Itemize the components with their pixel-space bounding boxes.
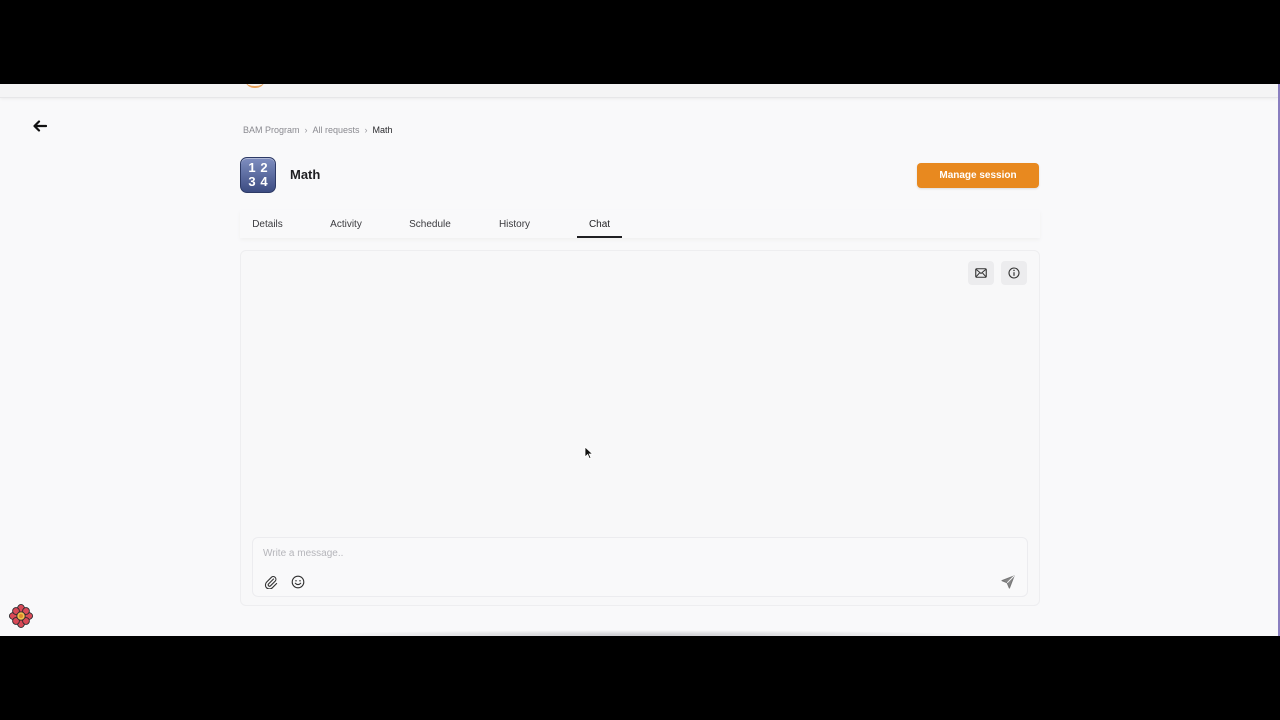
tab-history[interactable]: History — [463, 210, 566, 238]
info-button[interactable] — [1001, 261, 1027, 285]
subject-math-icon: 1 2 3 4 — [240, 157, 276, 193]
breadcrumb: BAM Program › All requests › Math — [243, 125, 393, 135]
breadcrumb-current: Math — [372, 125, 393, 135]
tab-activity[interactable]: Activity — [295, 210, 397, 238]
flower-icon — [8, 603, 34, 629]
subject-icon-digit: 2 — [260, 160, 268, 175]
subject-icon-digit: 3 — [248, 174, 256, 189]
breadcrumb-all-requests[interactable]: All requests — [313, 125, 360, 135]
page-title: Math — [290, 167, 321, 182]
tab-chat[interactable]: Chat — [577, 210, 622, 238]
subject-icon-digit: 4 — [260, 174, 268, 189]
mail-icon — [975, 268, 987, 278]
tab-spacer — [566, 210, 577, 238]
message-composer — [252, 537, 1028, 597]
send-button[interactable] — [999, 573, 1017, 591]
arrow-left-icon — [33, 120, 47, 132]
back-button[interactable] — [30, 118, 50, 134]
tab-details[interactable]: Details — [240, 210, 295, 238]
decorative-shadow — [300, 630, 980, 636]
message-input[interactable] — [263, 545, 963, 561]
send-icon — [1001, 575, 1015, 589]
chat-panel — [240, 250, 1040, 606]
paperclip-icon — [264, 576, 278, 589]
emoji-button[interactable] — [289, 573, 307, 591]
info-icon — [1008, 267, 1020, 279]
manage-session-button[interactable]: Manage session — [917, 163, 1039, 188]
subject-icon-digit: 1 — [248, 160, 256, 175]
help-widget-button[interactable] — [7, 602, 35, 630]
app-viewport: BAM Program › All requests › Math 1 2 3 … — [0, 84, 1280, 636]
logo-icon[interactable] — [246, 84, 264, 88]
top-navigation-bar — [0, 84, 1278, 98]
chevron-right-icon: › — [304, 125, 308, 135]
email-button[interactable] — [968, 261, 994, 285]
chevron-right-icon: › — [364, 125, 368, 135]
emoji-icon — [291, 575, 305, 589]
breadcrumb-program[interactable]: BAM Program — [243, 125, 300, 135]
tab-bar: Details Activity Schedule History Chat — [240, 210, 1040, 238]
tab-schedule[interactable]: Schedule — [397, 210, 463, 238]
attach-button[interactable] — [262, 573, 280, 591]
